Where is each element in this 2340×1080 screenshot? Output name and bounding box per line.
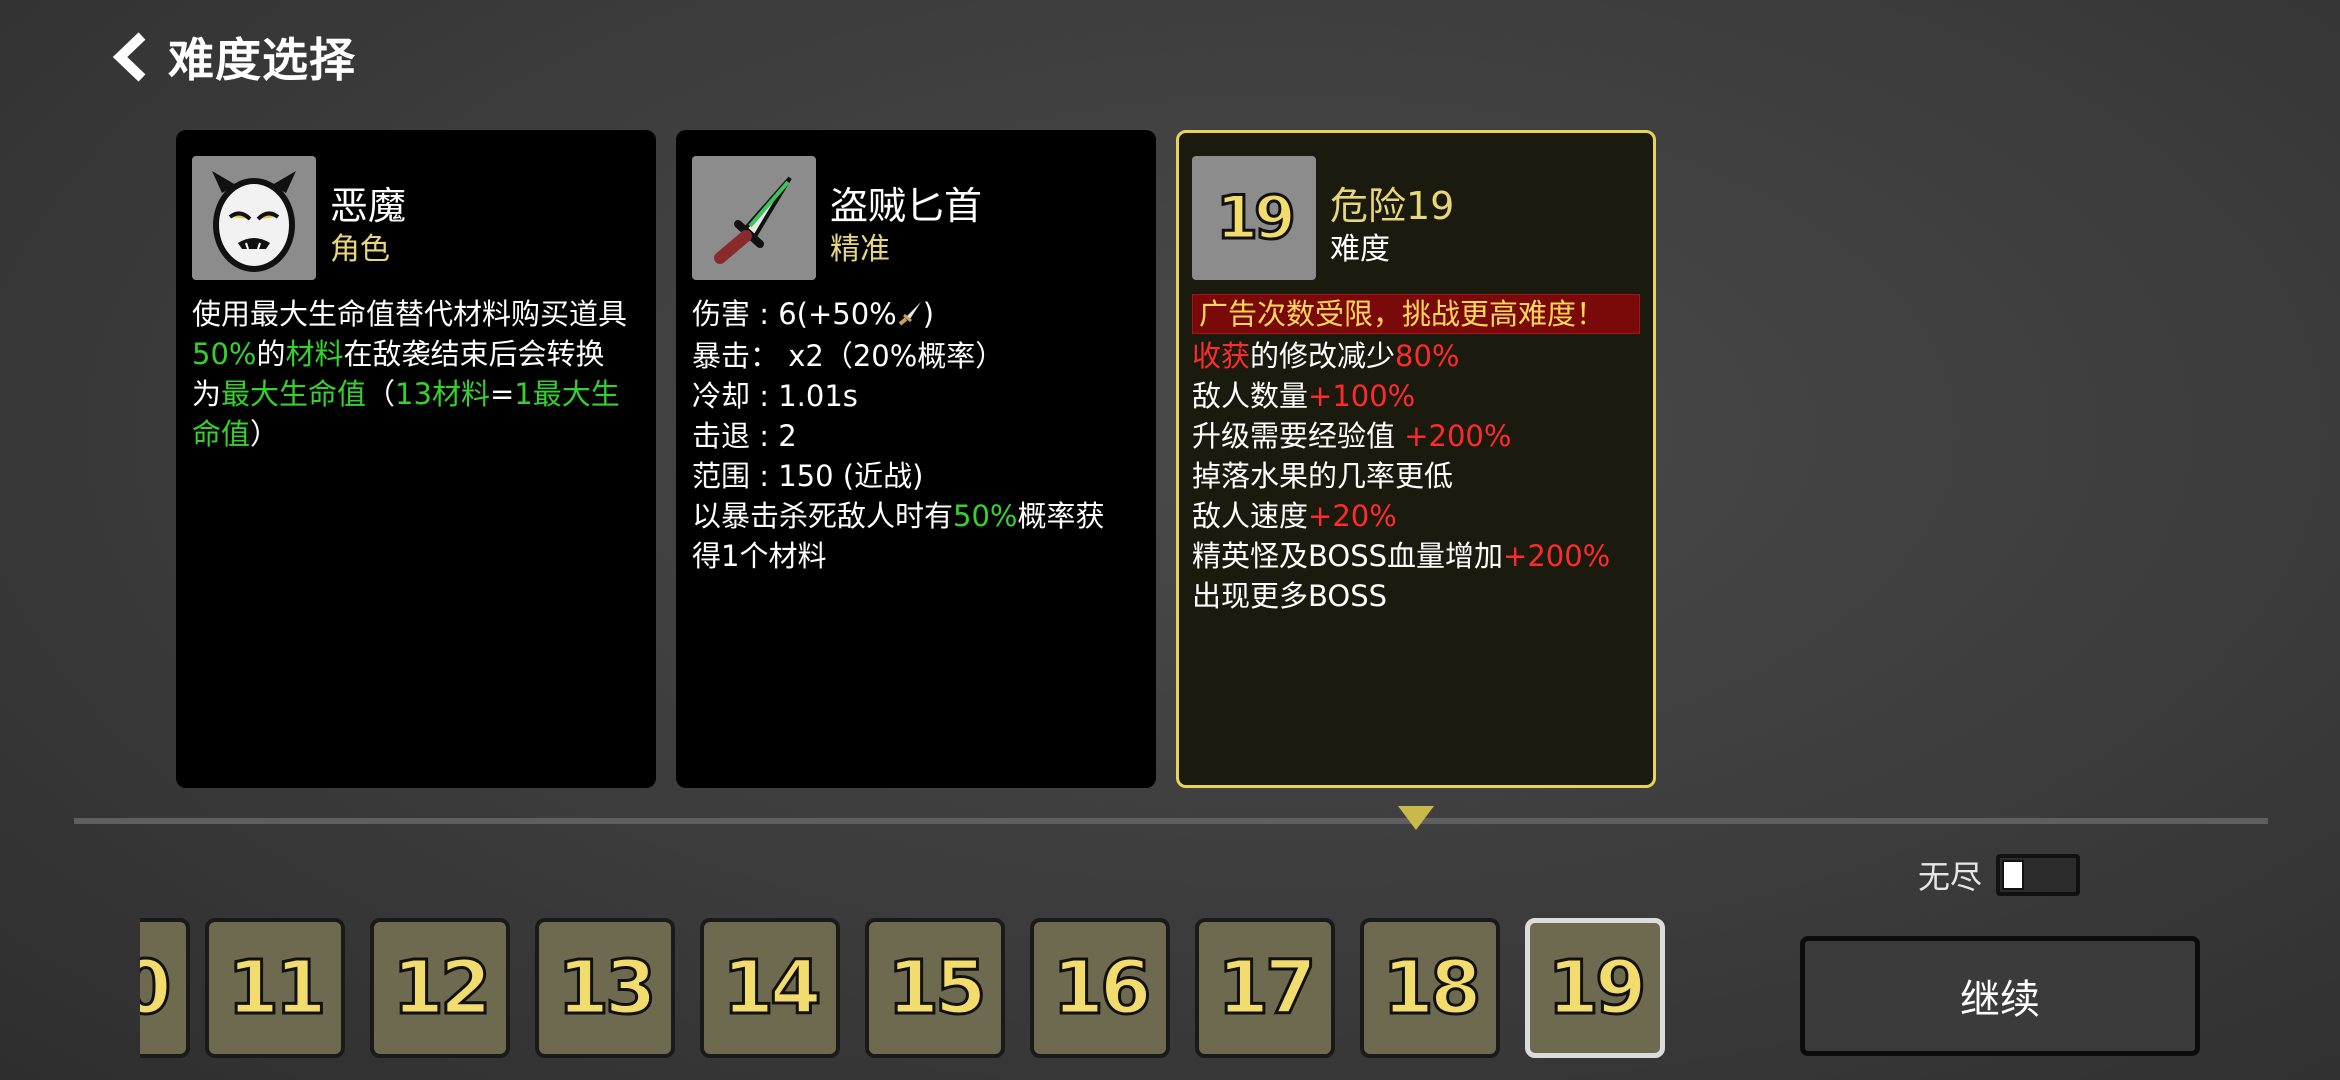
level-number: 13 — [556, 944, 658, 1033]
level-tile[interactable]: 13 — [535, 918, 675, 1058]
desc-text: 1最大生 — [514, 377, 620, 411]
small-dagger-icon — [897, 296, 923, 336]
modifier-text: 收获 — [1192, 339, 1251, 373]
desc-text: 50% — [192, 337, 257, 371]
modifier-value: +20% — [1308, 499, 1397, 533]
modifier-line: 出现更多BOSS — [1192, 579, 1388, 613]
effect-pct: 50% — [953, 499, 1018, 533]
level-tile[interactable]: 11 — [205, 918, 345, 1058]
level-tile[interactable]: 10 — [140, 918, 190, 1058]
level-number: 12 — [391, 944, 493, 1033]
character-card: 恶魔 角色 使用最大生命值替代材料购买道具 50%的材料在敌袭结束后会转换 为最… — [176, 130, 656, 788]
card-description: 伤害 : 6(+50%) 暴击： x2（20%概率） 冷却 : 1.01s 击退… — [692, 294, 1140, 576]
desc-text: 为 — [192, 377, 222, 411]
modifier-line: 掉落水果的几率更低 — [1192, 459, 1454, 493]
modifier-value: +200% — [1503, 539, 1611, 573]
difficulty-number-icon: 19 — [1192, 156, 1316, 280]
ad-limit-warning: 广告次数受限，挑战更高难度！ — [1192, 294, 1640, 334]
modifier-line: 升级需要经验值 +200% — [1192, 416, 1640, 456]
divider — [74, 818, 2268, 824]
modifier-text: 敌人速度 — [1192, 499, 1309, 533]
page-title: 难度选择 — [168, 33, 356, 87]
difficulty-icon-number: 19 — [1215, 182, 1297, 255]
card-description: 使用最大生命值替代材料购买道具 50%的材料在敌袭结束后会转换 为最大生命值（1… — [192, 294, 640, 454]
level-tile-selected[interactable]: 19 — [1525, 918, 1665, 1058]
stat-damage-close: ) — [922, 297, 935, 331]
level-number: 16 — [1051, 944, 1153, 1033]
modifier-line: 收获的修改减少80% — [1192, 336, 1640, 376]
desc-line: 为最大生命值（13材料=1最大生 — [192, 374, 640, 414]
desc-line: 命值） — [192, 414, 640, 454]
level-tile[interactable]: 16 — [1030, 918, 1170, 1058]
difficulty-level-list: 10 11 12 13 14 15 16 17 18 19 — [140, 918, 1680, 1058]
chevron-left-icon[interactable] — [110, 32, 150, 82]
card-type: 精准 — [830, 232, 890, 267]
modifier-line: 精英怪及BOSS血量增加+200% — [1192, 536, 1640, 576]
level-tile[interactable]: 18 — [1360, 918, 1500, 1058]
level-number: 15 — [886, 944, 988, 1033]
level-number: 10 — [140, 944, 173, 1033]
desc-text: 的 — [256, 337, 286, 371]
desc-text: 在敌袭结束后会转换 — [343, 337, 605, 371]
stat-effect: 以暴击杀死敌人时有50%概率获 — [692, 496, 1140, 536]
endless-toggle[interactable] — [1996, 854, 2081, 896]
level-number: 14 — [721, 944, 823, 1033]
endless-label: 无尽 — [1918, 858, 1983, 896]
header: 难度选择 — [110, 24, 356, 90]
level-tile[interactable]: 12 — [370, 918, 510, 1058]
endless-mode: 无尽 — [1918, 852, 2081, 898]
desc-text: 材料 — [285, 337, 344, 371]
card-type: 角色 — [330, 232, 390, 267]
card-name: 恶魔 — [330, 184, 407, 228]
card-description: 广告次数受限，挑战更高难度！ 收获的修改减少80% 敌人数量+100% 升级需要… — [1192, 294, 1640, 616]
modifier-text: 升级需要经验值 — [1192, 419, 1405, 453]
demon-egg-icon — [192, 156, 316, 280]
difficulty-card: 19 危险19 难度 广告次数受限，挑战更高难度！ 收获的修改减少80% 敌人数… — [1176, 130, 1656, 788]
level-tile[interactable]: 14 — [700, 918, 840, 1058]
modifier-line: 敌人数量+100% — [1192, 376, 1640, 416]
modifier-value: +200% — [1404, 419, 1512, 453]
stat-damage: 伤害 : 6(+50% — [692, 297, 897, 331]
stat-cooldown: 冷却 : 1.01s — [692, 379, 858, 413]
level-number: 17 — [1216, 944, 1318, 1033]
modifier-value: 80% — [1395, 339, 1460, 373]
desc-text: 最大生命值 — [221, 377, 367, 411]
desc-line: 50%的材料在敌袭结束后会转换 — [192, 334, 640, 374]
desc-line: 使用最大生命值替代材料购买道具 — [192, 297, 628, 331]
toggle-knob — [2002, 860, 2025, 890]
effect-text: 以暴击杀死敌人时有 — [692, 499, 954, 533]
stat-line: 伤害 : 6(+50%) — [692, 294, 1140, 336]
level-tile[interactable]: 17 — [1195, 918, 1335, 1058]
desc-text: （ — [366, 377, 396, 411]
weapon-card: 盗贼匕首 精准 伤害 : 6(+50%) 暴击： x2（20%概率） 冷却 : … — [676, 130, 1156, 788]
card-type: 难度 — [1330, 232, 1390, 267]
desc-text: 命值 — [192, 417, 251, 451]
selection-pointer-icon — [1398, 806, 1434, 836]
modifier-text: 的修改减少 — [1250, 339, 1396, 373]
stat-crit: 暴击： x2（20%概率） — [692, 339, 1005, 373]
modifier-text: 精英怪及BOSS血量增加 — [1192, 539, 1504, 573]
stat-effect-cont: 得1个材料 — [692, 539, 827, 573]
stat-knockback: 击退 : 2 — [692, 419, 797, 453]
level-tile[interactable]: 15 — [865, 918, 1005, 1058]
modifier-line: 敌人速度+20% — [1192, 496, 1640, 536]
modifier-value: +100% — [1308, 379, 1416, 413]
card-name: 危险19 — [1330, 184, 1455, 228]
card-name: 盗贼匕首 — [830, 184, 983, 228]
desc-text: ） — [250, 417, 280, 451]
dagger-icon — [692, 156, 816, 280]
level-number: 19 — [1546, 944, 1648, 1033]
stat-range: 范围 : 150 (近战) — [692, 459, 924, 493]
level-number: 11 — [226, 944, 328, 1033]
desc-text: 13材料 — [395, 377, 490, 411]
level-number: 18 — [1381, 944, 1483, 1033]
effect-text: 概率获 — [1017, 499, 1105, 533]
desc-text: = — [489, 377, 515, 411]
modifier-text: 敌人数量 — [1192, 379, 1309, 413]
continue-button[interactable]: 继续 — [1800, 936, 2200, 1056]
